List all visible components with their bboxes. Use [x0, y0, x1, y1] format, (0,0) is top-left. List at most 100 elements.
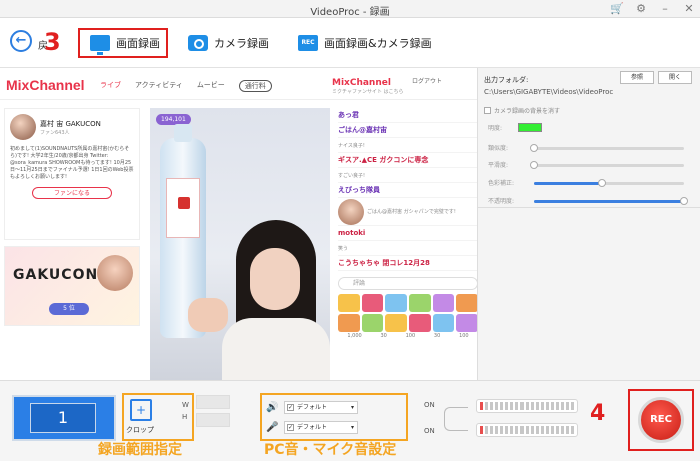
annotation-audio: PC音・マイク音設定 [264, 442, 397, 458]
slider-label: 色彩補正: [488, 180, 515, 187]
mic-level-meter [476, 423, 578, 437]
gift-item [408, 314, 431, 332]
gift-price: 30 [433, 333, 441, 339]
color-label: 明度: [488, 125, 503, 132]
meter-segment [540, 402, 544, 410]
height-label: H [182, 413, 188, 421]
chat-input: 評論 [338, 277, 477, 290]
slider-row: 色彩補正: [488, 178, 688, 188]
bottom-panel: 1 + クロップ W H 録画範囲指定 🔊 ✓ デフォルト ▾ 🎤 ✓ デフォル… [0, 380, 700, 461]
profile-card: 嘉村 宙 GAKUCON ファン643人 初めまして(1)SOUNDNAUTS所… [4, 108, 140, 240]
chat-line: あっ君 [338, 108, 477, 123]
mixchannel-header: MixChannel ライブ アクティビティ ムービー 通行料 MixChann… [0, 68, 477, 100]
width-field[interactable] [196, 395, 230, 409]
meter-segment [485, 402, 489, 410]
mic-icon[interactable]: 🎤 [266, 422, 278, 434]
meter-segment [530, 402, 534, 410]
meter-segment [495, 426, 499, 434]
browse-button[interactable]: 参照 [620, 71, 654, 84]
back-arrow-icon[interactable]: ← [10, 30, 32, 52]
slider-track[interactable] [530, 161, 684, 169]
gift-grid [338, 294, 477, 332]
avatar [10, 114, 36, 140]
gear-icon[interactable]: ⚙ [634, 2, 648, 16]
mode-screen-and-camera-recording[interactable]: REC 画面録画&カメラ録画 [298, 28, 432, 58]
mode-camera-recording[interactable]: カメラ録画 [188, 28, 269, 58]
minimize-icon[interactable]: – [658, 2, 672, 16]
rec-button[interactable]: REC [638, 397, 684, 443]
open-button[interactable]: 開く [658, 71, 692, 84]
meter-segment [515, 402, 519, 410]
meter-segment [540, 426, 544, 434]
chevron-down-icon: ▾ [350, 424, 354, 431]
gift-item [432, 314, 455, 332]
meter-segment [505, 426, 509, 434]
speaker-level-meter [476, 399, 578, 413]
remove-camera-bg-checkbox[interactable]: カメラ録画の背景を消す [484, 106, 560, 115]
nav-activity: アクティビティ [135, 81, 183, 89]
meter-segment [571, 426, 575, 434]
meter-segment [490, 402, 494, 410]
title-bar: VideoProc - 録画 🛒 ⚙ – ✕ [0, 0, 700, 18]
logo2-text: MixChannel [332, 78, 391, 88]
gift-item [456, 294, 477, 312]
chat-line: motoki [338, 226, 477, 241]
slider-fill [534, 200, 684, 203]
gift-item [432, 294, 455, 312]
slider-track[interactable] [534, 197, 688, 205]
speaker-checkbox[interactable]: ✓ [287, 404, 294, 411]
annotation-step-4: 4 [590, 401, 606, 426]
nav-movie: ムービー [196, 81, 225, 89]
screen-preview[interactable]: MixChannel ライブ アクティビティ ムービー 通行料 MixChann… [0, 68, 478, 380]
meter-segment [555, 426, 559, 434]
profile-fans: ファン643人 [40, 129, 70, 136]
close-icon[interactable]: ✕ [682, 2, 696, 16]
meter-peak [480, 426, 483, 434]
crop-control[interactable]: + クロップ W H [122, 393, 194, 441]
slider-track[interactable] [530, 144, 684, 152]
checkbox-label: カメラ録画の背景を消す [494, 108, 561, 115]
chat-line: ギスア.▲CE ガクコンに専念 [338, 153, 477, 168]
meter-segment [505, 402, 509, 410]
slider-knob[interactable] [530, 144, 538, 152]
settings-panel: 出力フォルダ: 参照 開く C:\Users\GIGABYTE\Videos\V… [478, 68, 700, 380]
wh-labels: W H [182, 399, 189, 423]
checkbox-box[interactable] [484, 107, 491, 114]
speaker-icon[interactable]: 🔊 [266, 402, 278, 414]
screen-selector[interactable]: 1 [12, 395, 116, 441]
meter-segment [520, 402, 524, 410]
mode-screen-recording[interactable]: 画面録画 [78, 28, 168, 58]
chat-line: えびっち隊員 [338, 183, 477, 198]
slider-track[interactable] [534, 179, 684, 187]
chat-column: あっ君 ごはん@嘉村宙 ナイス良子! ギスア.▲CE ガクコンに専念 すごい良子… [338, 108, 477, 380]
gift-item [338, 314, 360, 332]
banner-photo [97, 255, 133, 291]
screen-number[interactable]: 1 [30, 403, 96, 433]
mixchannel-logo: MixChannel [6, 77, 85, 93]
chat-line: 笑う [338, 241, 477, 256]
color-swatch[interactable] [518, 123, 543, 132]
speaker-select[interactable]: ✓ デフォルト ▾ [284, 401, 358, 414]
gakucon-banner: GAKUCON 5 位 [4, 246, 140, 326]
meter-segment [490, 426, 494, 434]
mic-checkbox[interactable]: ✓ [287, 424, 294, 431]
crop-icon[interactable]: + [130, 399, 152, 421]
rank-badge: 5 位 [49, 303, 89, 315]
slider-fill [534, 182, 602, 185]
mode-label: カメラ録画 [214, 37, 269, 50]
mic-select[interactable]: ✓ デフォルト ▾ [284, 421, 358, 434]
slider-knob[interactable] [680, 197, 688, 205]
profile-name: 嘉村 宙 GAKUCON [40, 119, 101, 128]
meter-segment [500, 402, 504, 410]
slider-knob[interactable] [597, 179, 606, 187]
meter-segment [545, 402, 549, 410]
annotation-step-3: 3 [44, 28, 61, 56]
gift-price: 1,000 [347, 333, 362, 339]
height-field[interactable] [196, 413, 230, 427]
cart-icon[interactable]: 🛒 [610, 2, 624, 16]
mode-bar: ← 戻 3 画面録画 カメラ録画 REC 画面録画&カメラ録画 [0, 18, 700, 68]
gift-item [385, 314, 407, 332]
meter-segment [495, 402, 499, 410]
slider-knob[interactable] [530, 161, 538, 169]
mixchannel-logo-2: MixChannel ミクチャファンサイト はこちら [332, 78, 404, 95]
